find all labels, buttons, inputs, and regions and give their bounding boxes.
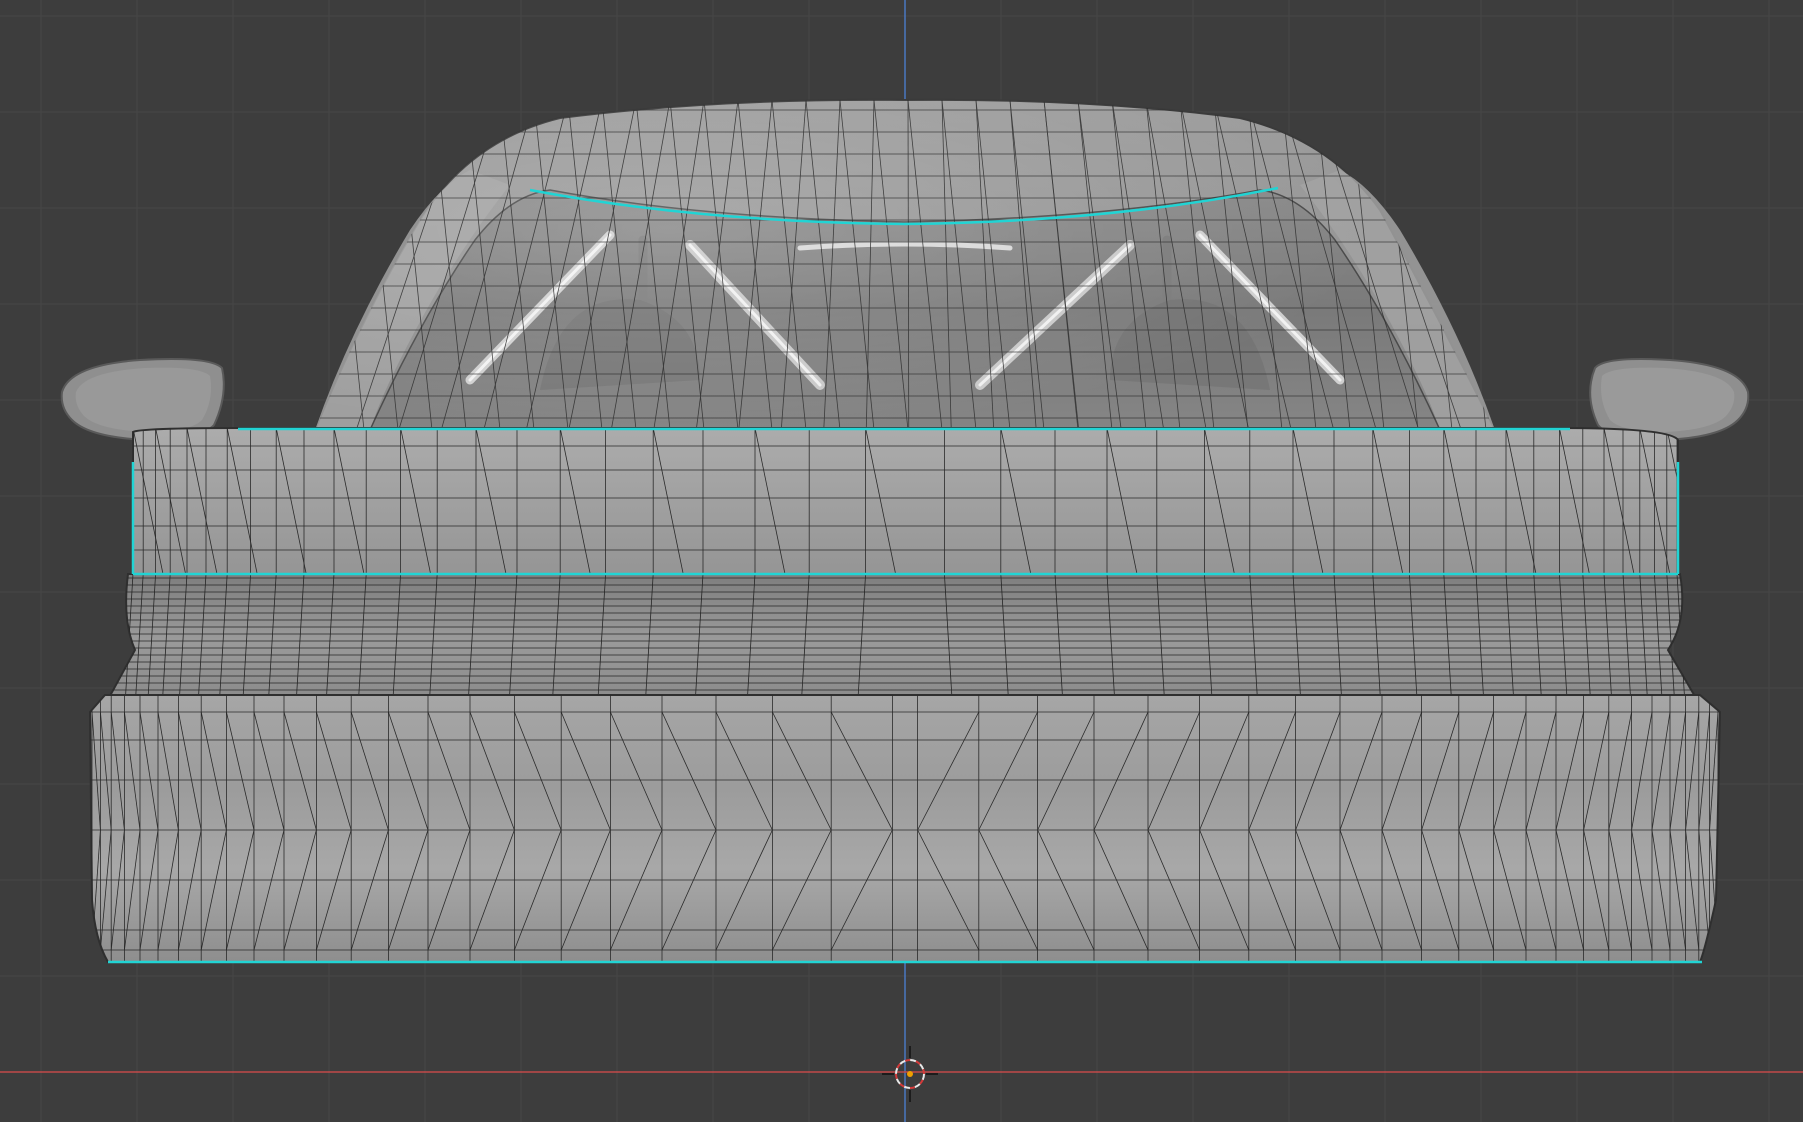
lower-body-panel[interactable] — [88, 694, 1722, 963]
upper-body-panel[interactable] — [132, 427, 1697, 575]
viewport-canvas[interactable] — [0, 0, 1803, 1122]
cabin[interactable] — [186, 90, 1631, 435]
right-mirror[interactable] — [1589, 358, 1750, 442]
3d-viewport[interactable] — [0, 0, 1803, 1122]
mesh-edge — [1485, 99, 1495, 431]
car-mesh[interactable] — [60, 90, 1750, 964]
waist-section[interactable] — [100, 573, 1710, 706]
3d-cursor-icon[interactable] — [882, 1046, 938, 1102]
